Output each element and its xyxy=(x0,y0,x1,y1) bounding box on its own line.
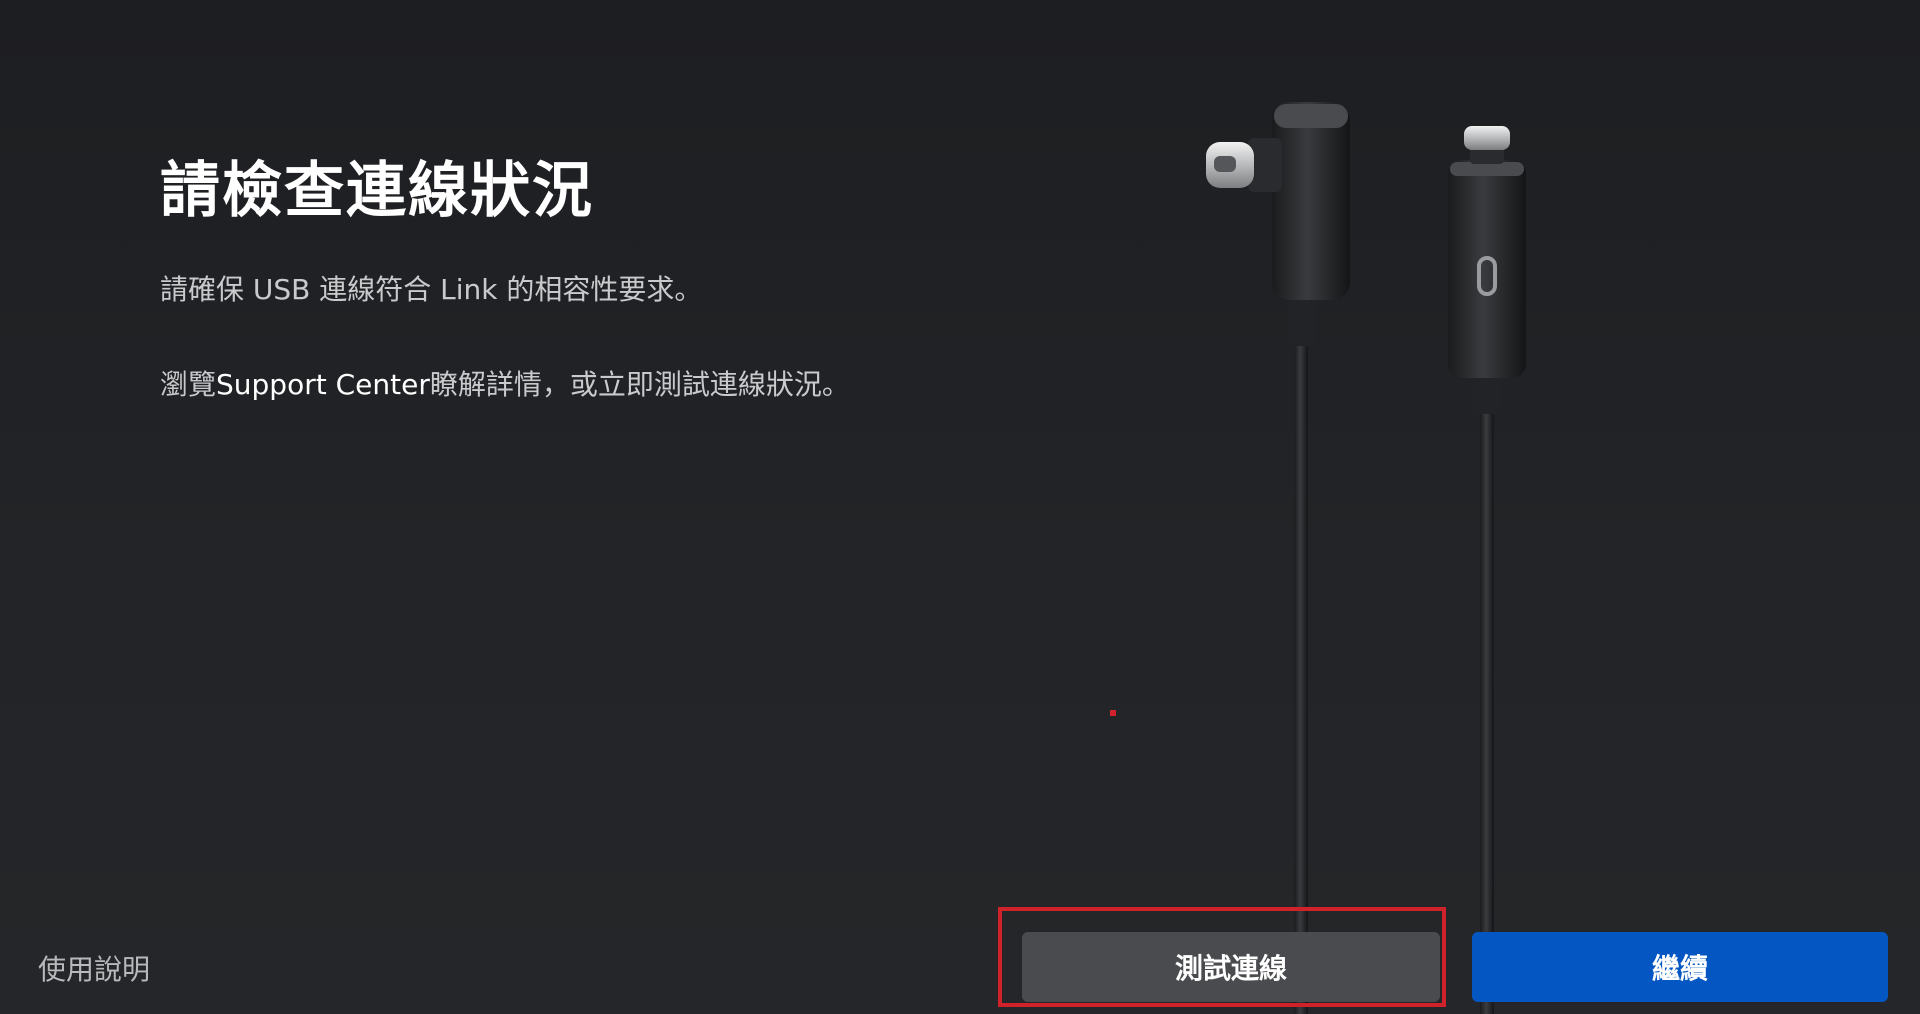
continue-button[interactable]: 繼續 xyxy=(1472,932,1888,1002)
help-link[interactable]: 使用說明 xyxy=(38,948,150,988)
support-prefix: 瀏覽 xyxy=(160,368,217,401)
marker-dot xyxy=(1110,710,1116,716)
test-connection-button[interactable]: 測試連線 xyxy=(1022,932,1440,1002)
page-title: 請檢查連線狀況 xyxy=(160,156,594,226)
usb-c-cable-illustration xyxy=(1206,102,1526,1014)
straight-usb-c-connector xyxy=(1448,126,1526,1014)
support-suffix: 瞭解詳情，或立即測試連線狀況。 xyxy=(429,368,850,401)
support-line: 瀏覽Support Center瞭解詳情，或立即測試連線狀況。 xyxy=(160,363,850,403)
compatibility-description: 請確保 USB 連線符合 Link 的相容性要求。 xyxy=(160,273,703,306)
angled-usb-c-connector xyxy=(1206,102,1350,1014)
support-center-link[interactable]: Support Center xyxy=(216,368,430,401)
